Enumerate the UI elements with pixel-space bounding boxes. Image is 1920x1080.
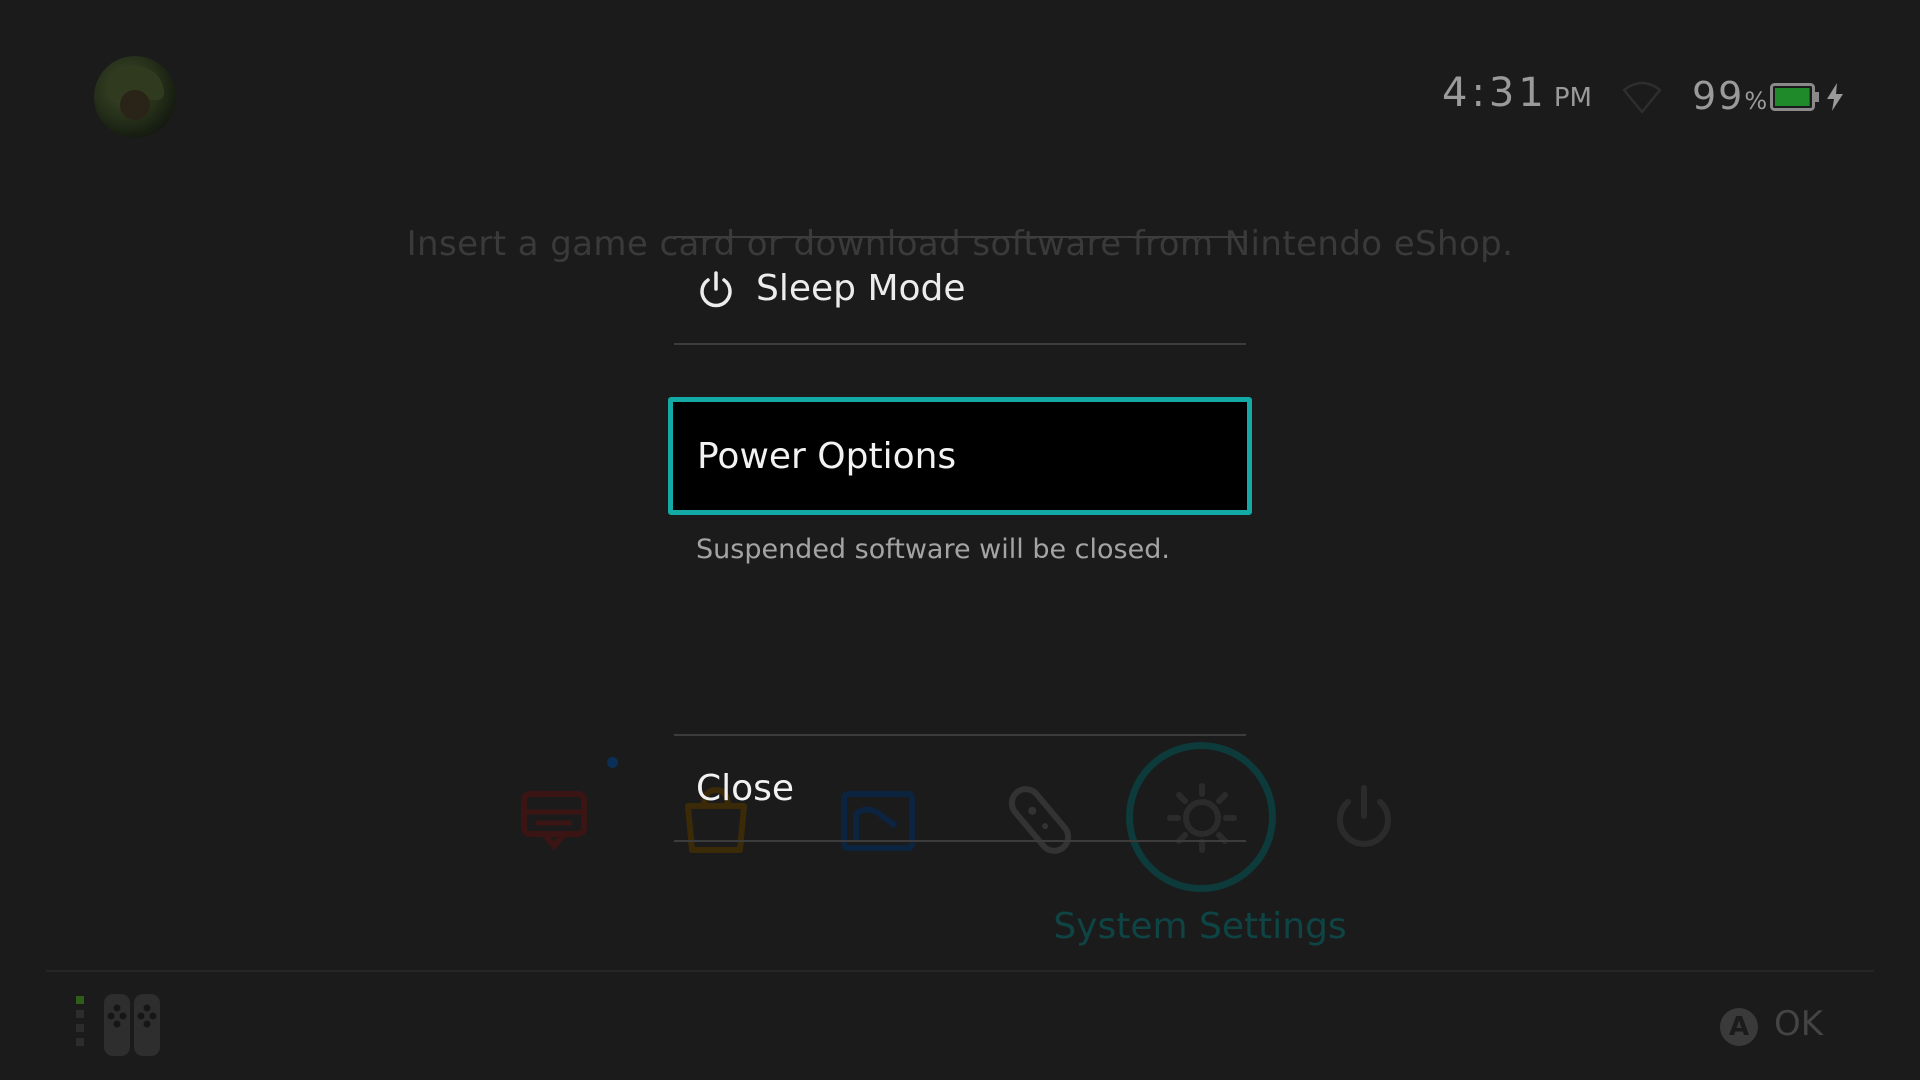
- a-button-icon: A: [1720, 1008, 1758, 1046]
- selected-dock-label: System Settings: [1053, 906, 1347, 947]
- new-notification-dot: [607, 757, 618, 768]
- sleep-mode-button[interactable]: Sleep Mode: [674, 238, 1246, 342]
- power-options-label: Power Options: [697, 436, 957, 477]
- menu-divider: [674, 343, 1246, 345]
- close-label: Close: [696, 768, 795, 809]
- clock-time: 4:31: [1442, 70, 1548, 116]
- battery-icon: [1770, 83, 1819, 111]
- charging-bolt-icon: [1827, 83, 1843, 111]
- battery-percentage: 99%: [1692, 74, 1768, 118]
- ok-button-label[interactable]: OK: [1774, 1004, 1823, 1044]
- joycon-icon[interactable]: [76, 990, 170, 1060]
- power-icon: [700, 271, 732, 308]
- close-button[interactable]: Close: [674, 736, 1246, 840]
- power-icon[interactable]: [1324, 780, 1404, 860]
- user-avatar[interactable]: [94, 56, 176, 138]
- menu-divider: [674, 840, 1246, 842]
- clock-ampm: PM: [1553, 83, 1592, 113]
- power-options-button[interactable]: Power Options: [668, 397, 1252, 515]
- power-options-description: Suspended software will be closed.: [696, 534, 1170, 565]
- wifi-icon: [1622, 81, 1662, 114]
- sleep-mode-label: Sleep Mode: [756, 268, 966, 309]
- footer-divider: [46, 970, 1874, 972]
- clock: 4:31 PM: [1442, 70, 1592, 124]
- news-icon[interactable]: [514, 780, 594, 860]
